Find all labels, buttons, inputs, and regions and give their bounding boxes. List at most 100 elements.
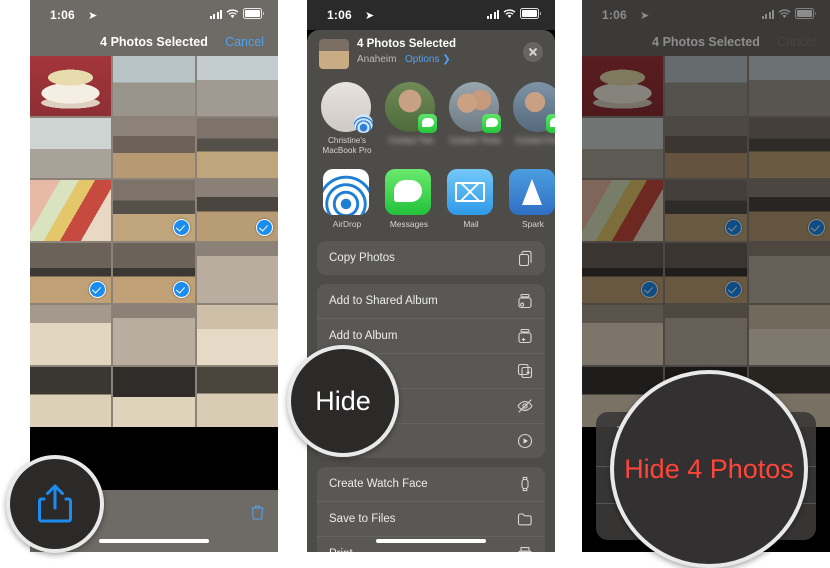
photo-couch-middle[interactable] <box>113 366 195 428</box>
photo-man-with-puppy[interactable] <box>113 304 195 365</box>
share-app[interactable]: AirDrop <box>323 169 371 229</box>
hide-eye-icon <box>517 399 533 413</box>
watch-icon <box>521 476 529 492</box>
airdrop-contact[interactable]: Christine's MacBook Pro <box>321 82 373 155</box>
action-label: Print <box>329 548 353 552</box>
airdrop-badge-icon <box>354 114 373 133</box>
photo-room-tv-stand[interactable] <box>196 118 278 179</box>
avatar <box>385 82 437 133</box>
photo-dog-on-couch[interactable] <box>30 304 112 365</box>
selected-check-icon <box>172 218 190 236</box>
home-indicator <box>376 539 486 543</box>
photo-cat-on-steps[interactable] <box>113 56 195 117</box>
location-arrow-icon: ➤ <box>88 10 98 22</box>
location-arrow-icon: ➤ <box>365 10 375 22</box>
photo-sushi-platter[interactable] <box>30 180 112 241</box>
photo-room-microwave[interactable] <box>113 118 195 179</box>
photo-microwave-cart[interactable] <box>196 180 278 241</box>
status-bar: 1:06 ➤ <box>307 0 555 30</box>
hide-photos-confirm-callout[interactable]: Hide 4 Photos <box>610 370 808 568</box>
photo-shelf-cart[interactable] <box>113 180 195 241</box>
avatar <box>321 82 373 133</box>
action-label: Add to Shared Album <box>329 295 438 307</box>
slideshow-icon <box>517 433 533 449</box>
photo-birthday-cake[interactable] <box>30 56 112 117</box>
add-album-icon <box>518 328 532 344</box>
action-label: Copy Photos <box>329 252 395 264</box>
contact-name: Contact Four <box>515 136 555 145</box>
action-label: Add to Album <box>329 330 398 342</box>
airdrop-contact[interactable]: Contact Three <box>449 82 501 155</box>
battery-icon <box>243 8 264 19</box>
share-title: 4 Photos Selected <box>357 38 457 50</box>
photo-thumbnail <box>196 118 278 179</box>
airdrop-contact[interactable]: Contact Four <box>513 82 555 155</box>
wifi-icon <box>503 8 516 18</box>
hide-action-callout[interactable]: Hide <box>287 345 399 457</box>
share-sheet-header: 4 Photos Selected Anaheim Options ❯ <box>307 30 555 76</box>
trash-icon[interactable] <box>251 504 264 520</box>
messages-icon <box>385 169 431 215</box>
photo-thumbnail <box>196 304 278 365</box>
action-group-1[interactable]: Copy Photos <box>317 241 545 275</box>
home-indicator <box>99 539 209 543</box>
share-icon <box>38 484 72 523</box>
close-icon[interactable] <box>523 42 543 62</box>
app-label: Mail <box>463 219 479 229</box>
photo-couch-right[interactable] <box>196 366 278 428</box>
duplicate-icon <box>517 363 533 379</box>
photo-cat-by-door[interactable] <box>30 118 112 179</box>
photo-thumbnail <box>30 118 112 179</box>
share-button-callout[interactable] <box>6 455 104 553</box>
avatar <box>449 82 501 133</box>
action-save-to-files[interactable]: Save to Files <box>317 501 545 536</box>
photo-thumbnail <box>196 242 278 303</box>
airdrop-contacts-row[interactable]: Christine's MacBook Pro Contact Two Contac… <box>307 76 555 159</box>
action-create-watch-face[interactable]: Create Watch Face <box>317 467 545 501</box>
folder-icon <box>517 513 532 526</box>
photo-thumbnail <box>113 366 195 428</box>
photo-couch-left[interactable] <box>30 366 112 428</box>
confirm-callout-label: Hide 4 Photos <box>624 453 794 484</box>
panel-share-sheet: 1:06 ➤ 4 Photos Selected Anaheim Options… <box>307 0 555 552</box>
photo-man-holding-dog[interactable] <box>196 242 278 303</box>
avatar <box>513 82 555 133</box>
share-app[interactable]: Spark <box>509 169 555 229</box>
share-sheet: 4 Photos Selected Anaheim Options ❯ Chri… <box>307 30 555 552</box>
share-app[interactable]: Mail <box>447 169 495 229</box>
photo-cat-on-wall[interactable] <box>196 56 278 117</box>
printer-icon <box>518 547 532 552</box>
photo-thumbnail <box>196 56 278 117</box>
selection-thumbnail <box>319 39 349 69</box>
action-label: Create Watch Face <box>329 478 428 490</box>
action-add-to-shared-album[interactable]: Add to Shared Album <box>317 284 545 318</box>
airdrop-icon <box>323 169 369 215</box>
share-app[interactable]: Messages <box>385 169 433 229</box>
status-indicators <box>209 8 264 19</box>
messages-badge-icon <box>482 114 501 133</box>
cancel-button[interactable]: Cancel <box>225 35 264 49</box>
status-indicators <box>486 8 541 19</box>
app-label: AirDrop <box>332 219 362 229</box>
cellular-bars-icon <box>209 9 222 19</box>
messages-badge-icon <box>418 114 437 133</box>
photo-dog-on-sofa[interactable] <box>196 304 278 365</box>
share-subtitle: Anaheim <box>357 54 397 65</box>
photo-grid[interactable] <box>30 56 278 428</box>
action-copy-photos[interactable]: Copy Photos <box>317 241 545 275</box>
airdrop-contact[interactable]: Contact Two <box>385 82 437 155</box>
photo-thumbnail <box>113 56 195 117</box>
options-link[interactable]: Options ❯ <box>405 54 451 65</box>
status-bar: 1:06 ➤ <box>30 0 278 30</box>
photo-thumbnail <box>113 304 195 365</box>
mail-icon <box>447 169 493 215</box>
selected-check-icon <box>256 218 273 236</box>
contact-name: Contact Three <box>449 136 501 145</box>
messages-badge-icon <box>546 114 555 133</box>
photo-cart-floor[interactable] <box>30 242 112 303</box>
screenshot-stage: 1:06 ➤ 4 Photos Selected Cancel 1:06 ➤ 4… <box>0 0 830 568</box>
share-apps-row[interactable]: AirDropMessagesMailSparkD <box>307 159 555 237</box>
photo-thumbnail <box>113 118 195 179</box>
battery-icon <box>520 8 541 19</box>
photo-glass-table[interactable] <box>113 242 195 303</box>
